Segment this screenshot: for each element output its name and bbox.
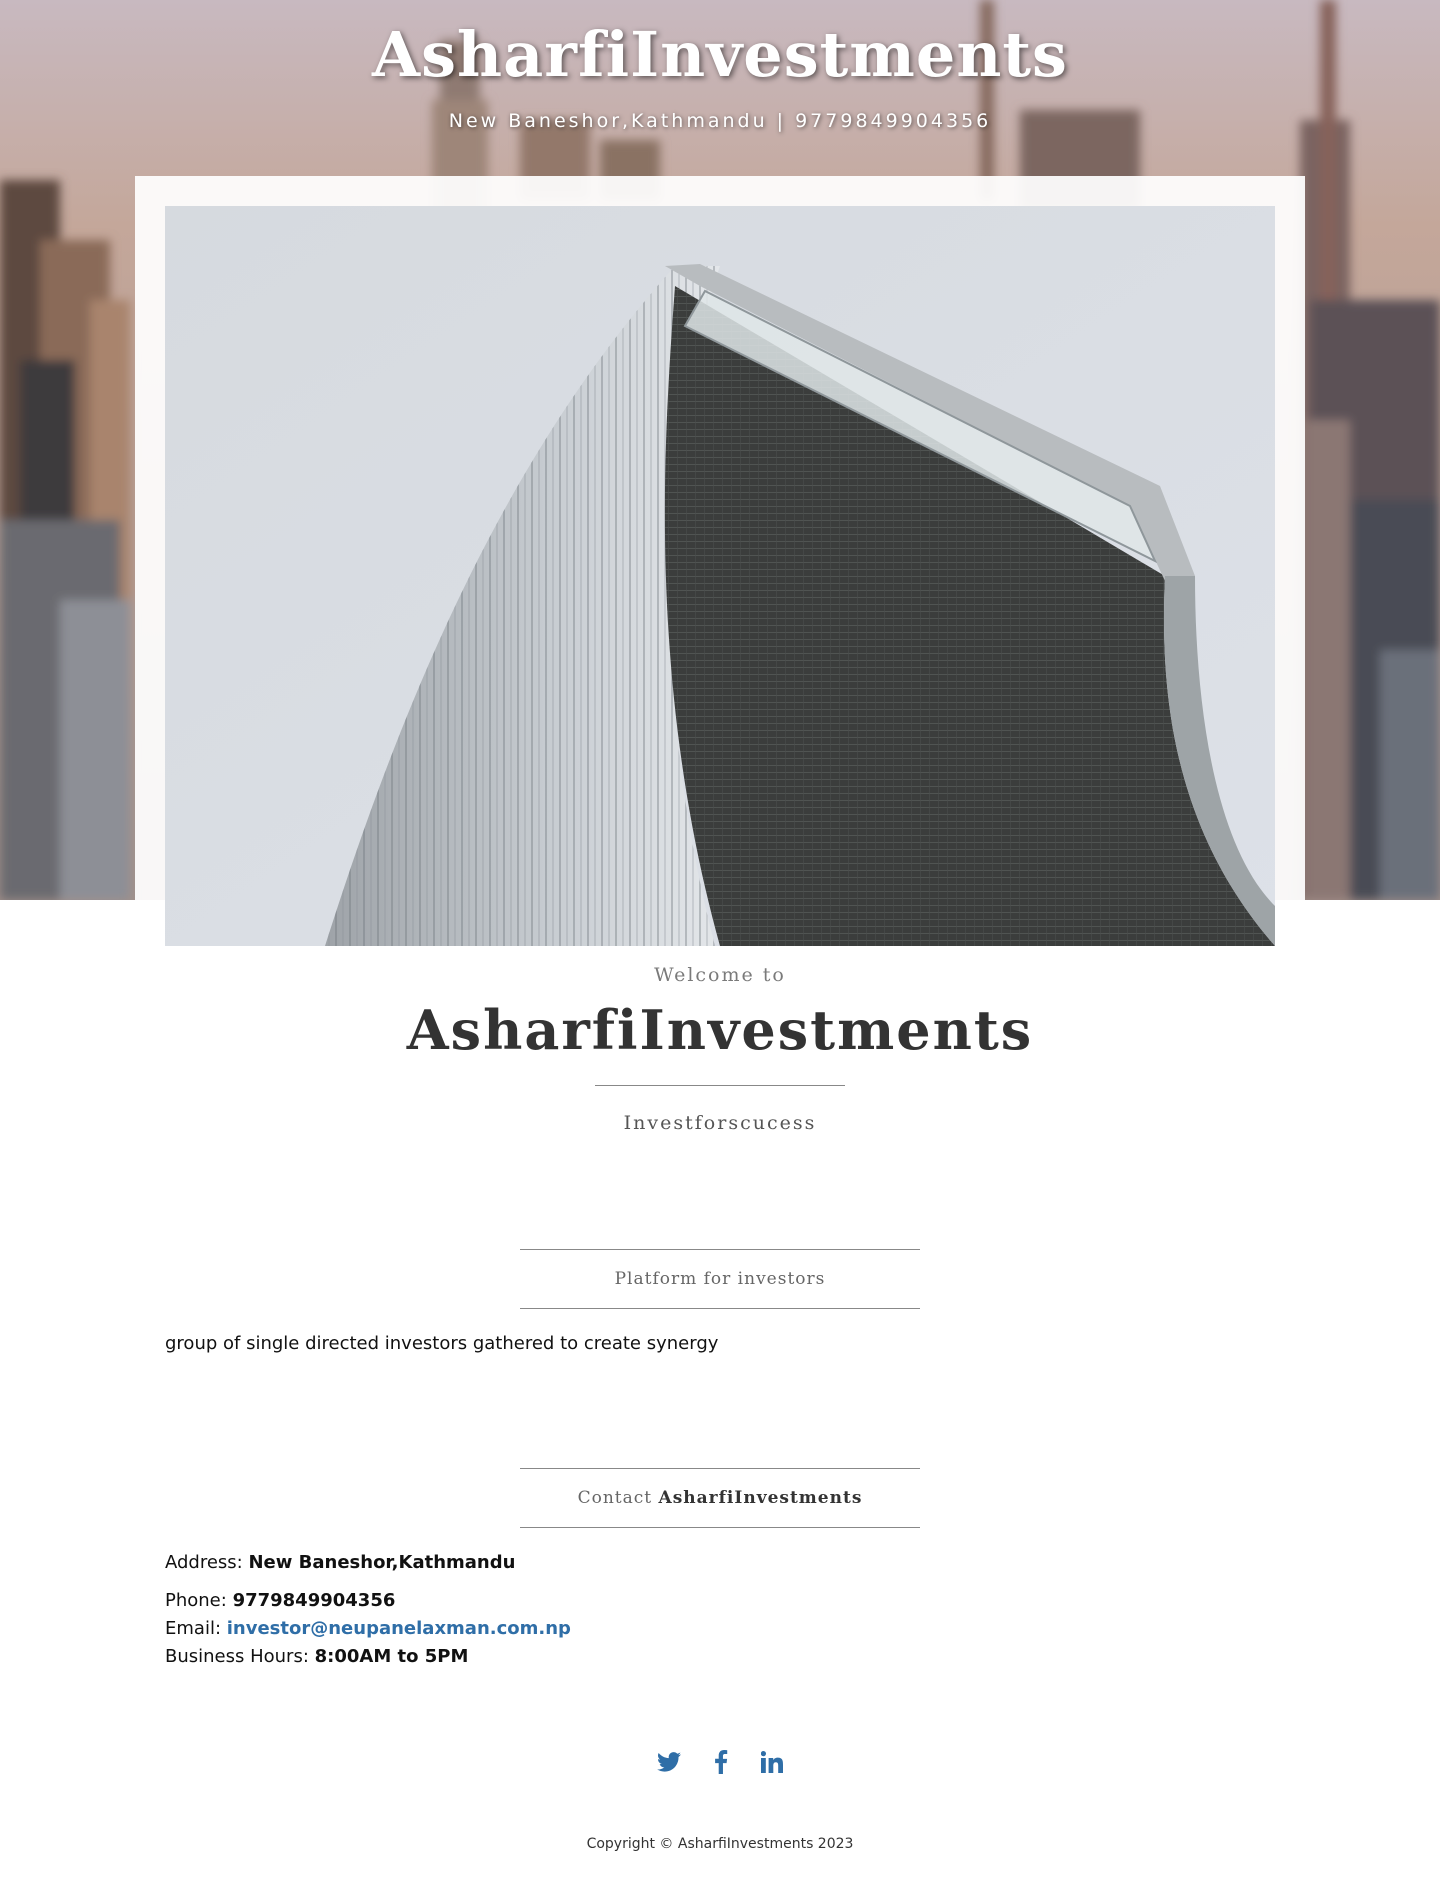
- contact-address: Address: New Baneshor,Kathmandu: [165, 1552, 515, 1573]
- site-tagline: New Baneshor,Kathmandu | 9779849904356: [448, 110, 992, 132]
- building-photo: [165, 206, 1275, 946]
- contact-phone: Phone: 9779849904356: [165, 1590, 395, 1611]
- contact-heading-prefix: Contact: [577, 1488, 653, 1508]
- about-text: group of single directed investors gathe…: [165, 1333, 719, 1354]
- social-links: [0, 1750, 1440, 1778]
- contact-hours: Business Hours: 8:00AM to 5PM: [165, 1646, 468, 1667]
- building-illustration: [165, 206, 1275, 946]
- divider: [595, 1085, 845, 1086]
- contact-heading-name: AsharfiInvestments: [658, 1488, 863, 1508]
- phone-value: 9779849904356: [232, 1590, 396, 1611]
- motto: Investforscucess: [623, 1112, 817, 1134]
- phone-label: Phone:: [165, 1590, 227, 1611]
- welcome-heading: AsharfiInvestments: [406, 998, 1034, 1062]
- site-title[interactable]: AsharfiInvestments: [0, 18, 1440, 91]
- facebook-icon[interactable]: [714, 1750, 728, 1778]
- email-label: Email:: [165, 1618, 222, 1639]
- hours-label: Business Hours:: [165, 1646, 309, 1667]
- hours-value: 8:00AM to 5PM: [314, 1646, 469, 1667]
- contact-email: Email: investor@neupanelaxman.com.np: [165, 1618, 571, 1639]
- address-value: New Baneshor,Kathmandu: [248, 1552, 516, 1573]
- about-section-heading: Platform for investors: [520, 1249, 920, 1309]
- welcome-kicker: Welcome to: [654, 964, 786, 986]
- copyright: Copyright © AsharfiInvestments 2023: [586, 1836, 854, 1852]
- linkedin-icon[interactable]: [760, 1751, 784, 1777]
- contact-section-heading: Contact AsharfiInvestments: [520, 1468, 920, 1528]
- email-link[interactable]: investor@neupanelaxman.com.np: [227, 1618, 571, 1639]
- address-label: Address:: [165, 1552, 243, 1573]
- twitter-icon[interactable]: [656, 1751, 681, 1777]
